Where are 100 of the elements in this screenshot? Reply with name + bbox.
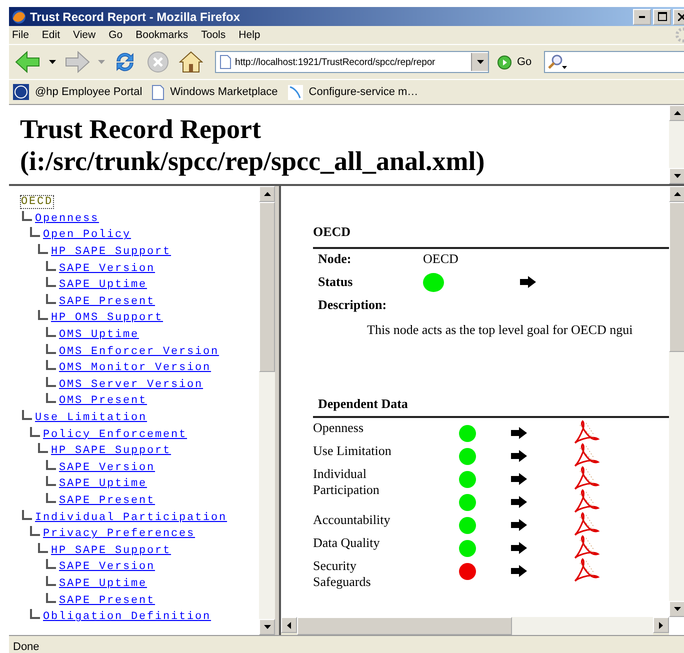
- tree-link[interactable]: Obligation Definition: [43, 611, 212, 624]
- dependent-name: Security Safeguards: [313, 558, 372, 590]
- tree-link[interactable]: SAPE Version: [59, 262, 156, 275]
- tree-link[interactable]: SAPE Present: [59, 296, 156, 308]
- pdf-icon[interactable]: [574, 558, 600, 582]
- home-button[interactable]: [177, 49, 205, 75]
- home-icon: [179, 51, 203, 73]
- tree-link[interactable]: OMS Monitor Version: [59, 362, 212, 374]
- arrow-right-icon: [511, 496, 527, 508]
- tree-link[interactable]: SAPE Version: [59, 462, 156, 474]
- vertical-scrollbar[interactable]: [669, 105, 684, 184]
- tree-link[interactable]: Policy Enforcement: [43, 428, 188, 441]
- field-label: Description:: [317, 297, 388, 313]
- tree-link[interactable]: HP OMS Support: [51, 312, 164, 324]
- minimize-icon: [639, 16, 645, 18]
- pdf-icon[interactable]: [574, 466, 600, 490]
- tree-connector: [46, 492, 56, 503]
- tree-connector: [22, 210, 32, 221]
- dependent-name: Data Quality: [313, 535, 381, 551]
- maximize-button[interactable]: [653, 8, 671, 24]
- tree-connector: [46, 344, 56, 354]
- logo-icon: [13, 84, 29, 100]
- globe-icon: [12, 10, 26, 24]
- page-title: Trust Record Report: [20, 113, 262, 145]
- tree-connector: [38, 443, 48, 454]
- tree-connector: [30, 426, 40, 437]
- tree-connector: [46, 260, 56, 271]
- tree-link[interactable]: SAPE Uptime: [59, 478, 148, 490]
- menu-item[interactable]: Edit: [38, 29, 66, 41]
- tree-connector: [38, 310, 48, 320]
- scroll-down-icon: [264, 625, 270, 629]
- tree-link[interactable]: SAPE Present: [59, 494, 156, 507]
- tree-link[interactable]: SAPE Present: [59, 594, 156, 607]
- go-button[interactable]: Go: [497, 54, 532, 70]
- tree-connector: [46, 277, 56, 288]
- tree-connector: [46, 460, 56, 470]
- tree-link[interactable]: OMS Uptime: [59, 329, 140, 342]
- arrow-right-icon: [511, 450, 527, 462]
- tree-connector: [30, 526, 40, 536]
- tree-link[interactable]: HP SAPE Support: [51, 445, 172, 458]
- search-field[interactable]: [544, 51, 684, 73]
- arrow-right-icon: [511, 542, 527, 554]
- tree-link[interactable]: OMS Enforcer Version: [59, 346, 220, 358]
- menu-item[interactable]: Tools: [198, 29, 231, 41]
- tree-link[interactable]: Privacy Preferences: [43, 528, 196, 540]
- dependent-name: Accountability: [313, 512, 392, 528]
- tree-link[interactable]: Use Limitation: [35, 412, 148, 424]
- horizontal-scrollbar[interactable]: [281, 617, 669, 635]
- field-label: Status: [318, 274, 354, 290]
- pdf-icon[interactable]: [574, 443, 600, 467]
- tree-link[interactable]: OECD: [20, 195, 54, 210]
- page-icon: [220, 55, 231, 69]
- scroll-up-icon: [674, 111, 680, 115]
- menu-item[interactable]: Go: [106, 29, 128, 41]
- menu-item[interactable]: Help: [236, 29, 266, 41]
- tree-link[interactable]: SAPE Uptime: [59, 578, 148, 590]
- arrow-right-icon: [511, 519, 527, 531]
- tree-connector: [46, 476, 56, 486]
- tree-link[interactable]: SAPE Uptime: [59, 279, 148, 292]
- description-text: This node acts as the top level goal for OECD ngui: [366, 322, 634, 338]
- arrow-right-icon: [64, 51, 90, 73]
- window-title: Trust Record Report - Mozilla Firefox: [30, 10, 240, 24]
- tree-link[interactable]: OMS Present: [59, 395, 148, 408]
- maximize-icon: [658, 12, 666, 21]
- dependent-name: Individual Participation: [313, 466, 380, 498]
- address-field[interactable]: http://localhost:1921/TrustRecord/spcc/rep/repor: [215, 51, 489, 73]
- tree-link[interactable]: Open Policy: [43, 229, 132, 242]
- caret-icon[interactable]: [49, 60, 56, 64]
- tree-connector: [46, 376, 56, 387]
- tree-link[interactable]: HP SAPE Support: [51, 544, 172, 557]
- pdf-icon[interactable]: [574, 420, 600, 444]
- pdf-icon[interactable]: [574, 535, 600, 559]
- dropdown-icon: [476, 60, 484, 64]
- menu-item[interactable]: Bookmarks: [132, 29, 194, 41]
- vertical-scrollbar[interactable]: [259, 186, 275, 635]
- tree-connector: [46, 559, 56, 570]
- tree-connector: [22, 410, 32, 420]
- bookmark-link[interactable]: Windows Marketplace: [152, 84, 278, 100]
- scroll-right-icon: [659, 622, 663, 628]
- pdf-icon[interactable]: [574, 489, 600, 513]
- node-name: OECD: [423, 251, 458, 267]
- tree-link[interactable]: HP SAPE Support: [51, 246, 172, 258]
- pdf-icon[interactable]: [574, 512, 600, 536]
- menu-item[interactable]: View: [70, 29, 101, 41]
- bookmark-link[interactable]: Configure-service m…: [288, 84, 418, 100]
- tree-link[interactable]: Individual Participation: [35, 512, 228, 524]
- bookmark-link[interactable]: @hp Employee Portal: [13, 84, 142, 100]
- arrow-right-icon: [511, 427, 527, 439]
- vertical-scrollbar[interactable]: [669, 186, 684, 617]
- stop-icon: [147, 51, 169, 73]
- tree-connector: [46, 576, 56, 586]
- page-icon: [152, 84, 164, 100]
- tree-link[interactable]: OMS Server Version: [59, 378, 204, 391]
- minimize-button[interactable]: [633, 8, 651, 24]
- arrow-right-icon: [520, 276, 536, 288]
- menu-item[interactable]: File: [9, 29, 34, 41]
- tree-link[interactable]: Openness: [35, 212, 100, 225]
- arrow-right-icon: [511, 565, 527, 577]
- tree-link[interactable]: SAPE Version: [59, 561, 156, 574]
- dependent-name: Openness: [313, 420, 365, 436]
